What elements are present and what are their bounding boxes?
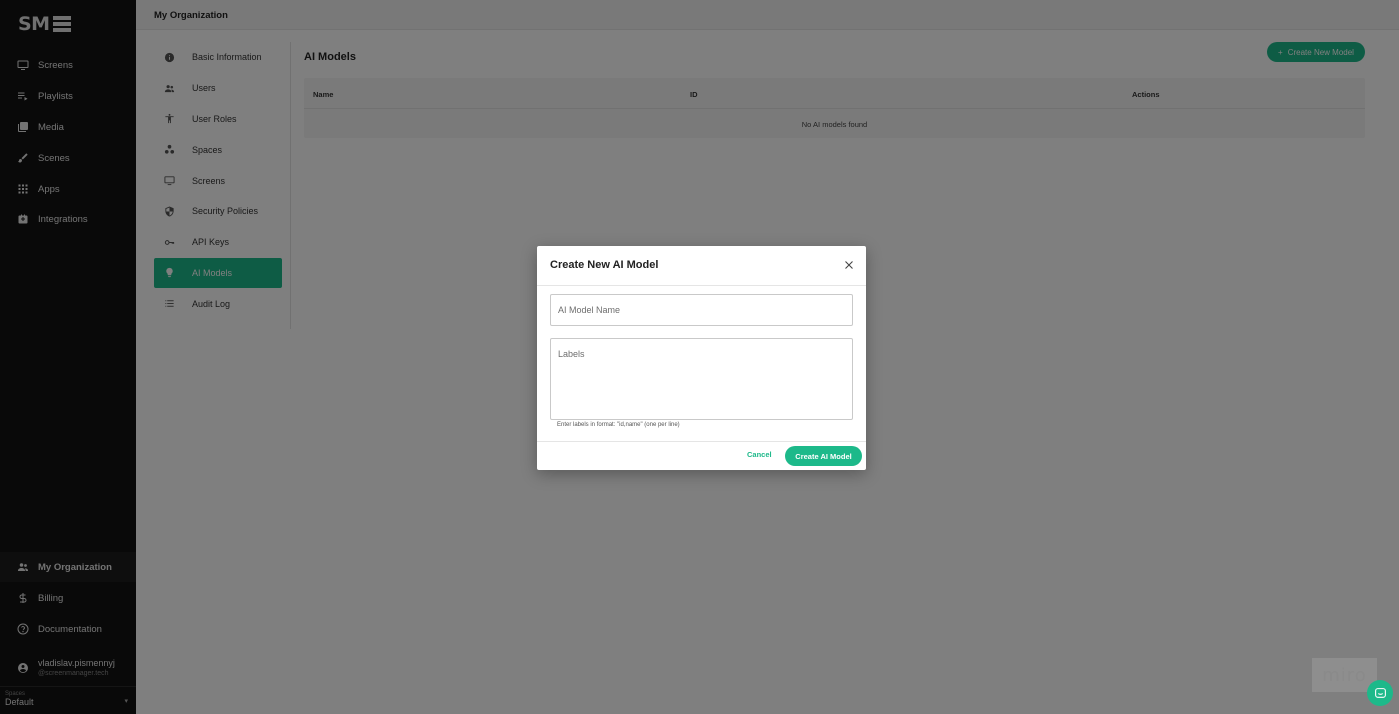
ai-model-name-input[interactable] — [550, 294, 853, 326]
dialog-title: Create New AI Model — [550, 259, 659, 271]
labels-helper-text: Enter labels in format: "id,name" (one p… — [557, 422, 680, 428]
dialog-header: Create New AI Model — [537, 246, 866, 286]
close-icon[interactable] — [843, 259, 855, 271]
chat-icon — [1374, 687, 1386, 698]
labels-textarea[interactable] — [550, 338, 853, 420]
chat-launcher[interactable] — [1367, 680, 1393, 706]
create-ai-model-dialog: Create New AI Model Enter labels in form… — [537, 246, 866, 470]
cancel-button[interactable]: Cancel — [747, 450, 772, 459]
create-ai-model-button[interactable]: Create AI Model — [785, 446, 862, 466]
dialog-footer: Cancel Create AI Model — [537, 441, 866, 470]
